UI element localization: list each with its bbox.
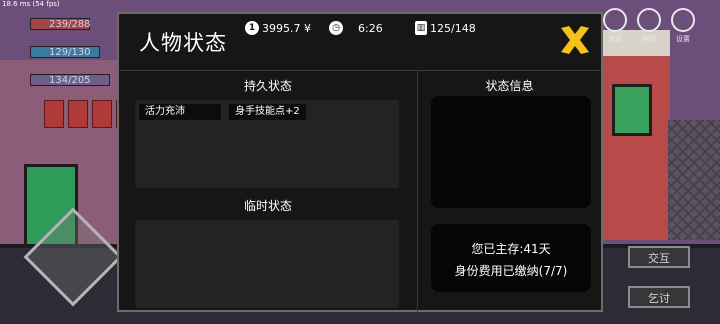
skill-slot[interactable]: [44, 100, 64, 128]
fps-readout: 18.6 ms (54 fps): [2, 0, 60, 8]
panel-title: 人物状态: [139, 31, 227, 55]
status-tag[interactable]: 活力充沛: [139, 104, 221, 120]
temporary-status-title: 临时状态: [243, 199, 292, 213]
status-tag[interactable]: 身手技能点+2: [229, 104, 306, 120]
days-survived: 您已主存:41天: [471, 242, 551, 256]
bin-icon: ▥: [415, 21, 427, 35]
mood-value: 134/205: [49, 75, 91, 86]
mood-bar: 134/205: [30, 74, 110, 86]
column-divider: [417, 70, 418, 312]
permanent-status-box: 活力充沛 身手技能点+2: [135, 100, 399, 188]
close-icon[interactable]: [557, 22, 593, 58]
skill-slot[interactable]: [68, 100, 88, 128]
info-icon-label: 信息: [608, 35, 622, 43]
coin-icon: 1: [245, 21, 259, 35]
character-status-panel: 人物状态 1 3995.7 ¥ ◷ 6:26 ▥ 125/148 持久状态 活力…: [117, 12, 603, 312]
id-fee-status: 身份费用已缴纳(7/7): [454, 264, 568, 278]
money-value: 3995.7 ¥: [262, 21, 311, 35]
gear-icon-glyph: [671, 8, 695, 32]
permanent-status-title: 持久状态: [243, 79, 292, 93]
chain-fence: [668, 120, 720, 240]
clock-icon: ◷: [329, 21, 343, 35]
beg-button[interactable]: 乞讨: [628, 286, 690, 308]
map-icon-glyph: [637, 8, 661, 32]
status-info-box: [431, 96, 591, 208]
gear-icon[interactable]: 设置: [668, 8, 698, 46]
info-icon-glyph: [603, 8, 627, 32]
interact-button[interactable]: 交互: [628, 246, 690, 268]
time-value: 6:26: [358, 21, 383, 35]
header-divider: [119, 70, 601, 71]
status-info-title: 状态信息: [485, 79, 534, 93]
skill-slot[interactable]: [92, 100, 112, 128]
money-stat: 1 3995.7 ¥: [245, 20, 311, 36]
energy-value: 129/130: [49, 47, 91, 58]
health-value: 239/288: [49, 19, 91, 30]
temporary-status-box: [135, 220, 399, 308]
inventory-stat: ▥ 125/148: [415, 20, 476, 36]
gear-icon-label: 设置: [676, 35, 690, 43]
survival-info-box: 您已主存:41天 身份费用已缴纳(7/7): [431, 224, 591, 292]
map-icon[interactable]: 地图: [634, 8, 664, 46]
time-stat: ◷ 6:26: [329, 20, 383, 36]
map-icon-label: 地图: [642, 35, 656, 43]
building-window: [612, 84, 652, 136]
inventory-value: 125/148: [430, 21, 476, 35]
energy-bar: 129/130: [30, 46, 100, 58]
health-bar: 239/288: [30, 18, 91, 30]
right-building: [600, 30, 670, 240]
info-icon[interactable]: 信息: [600, 8, 630, 46]
